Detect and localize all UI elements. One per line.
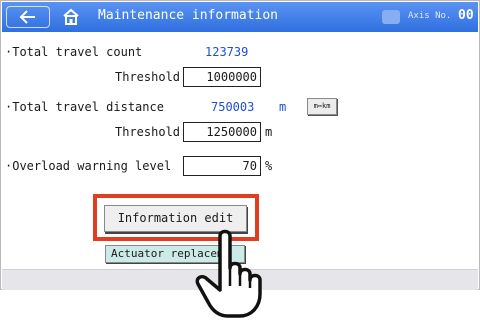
travel-distance-unit: m (279, 100, 287, 114)
overload-warning-unit: % (265, 159, 273, 173)
title-bar: Maintenance information Axis No. 00 (2, 2, 478, 32)
overload-warning-label: ·Overload warning level (5, 159, 172, 173)
home-icon (63, 8, 79, 25)
travel-distance-label: ·Total travel distance (5, 100, 164, 114)
travel-distance-threshold-field[interactable]: 1250000 (183, 122, 261, 142)
pointing-hand-icon (195, 229, 262, 318)
travel-count-value: 123739 (205, 45, 249, 59)
axis-label: Axis No. (408, 11, 452, 21)
axis-icon (382, 10, 400, 24)
page-title: Maintenance information (98, 8, 279, 23)
travel-distance-value: 750003 (211, 100, 255, 114)
travel-count-threshold-field[interactable]: 1000000 (183, 67, 261, 87)
unit-toggle-button[interactable]: m⇔km (307, 98, 337, 115)
back-button[interactable] (6, 6, 50, 28)
axis-number[interactable]: 00 (458, 8, 474, 23)
home-button[interactable] (62, 8, 80, 26)
left-arrow-icon (19, 10, 35, 24)
travel-count-threshold-label: Threshold (115, 70, 181, 84)
travel-count-label: ·Total travel count (5, 45, 143, 59)
travel-distance-threshold-label: Threshold (115, 125, 181, 139)
overload-warning-field[interactable]: 70 (183, 156, 261, 176)
travel-distance-threshold-unit: m (265, 125, 273, 139)
